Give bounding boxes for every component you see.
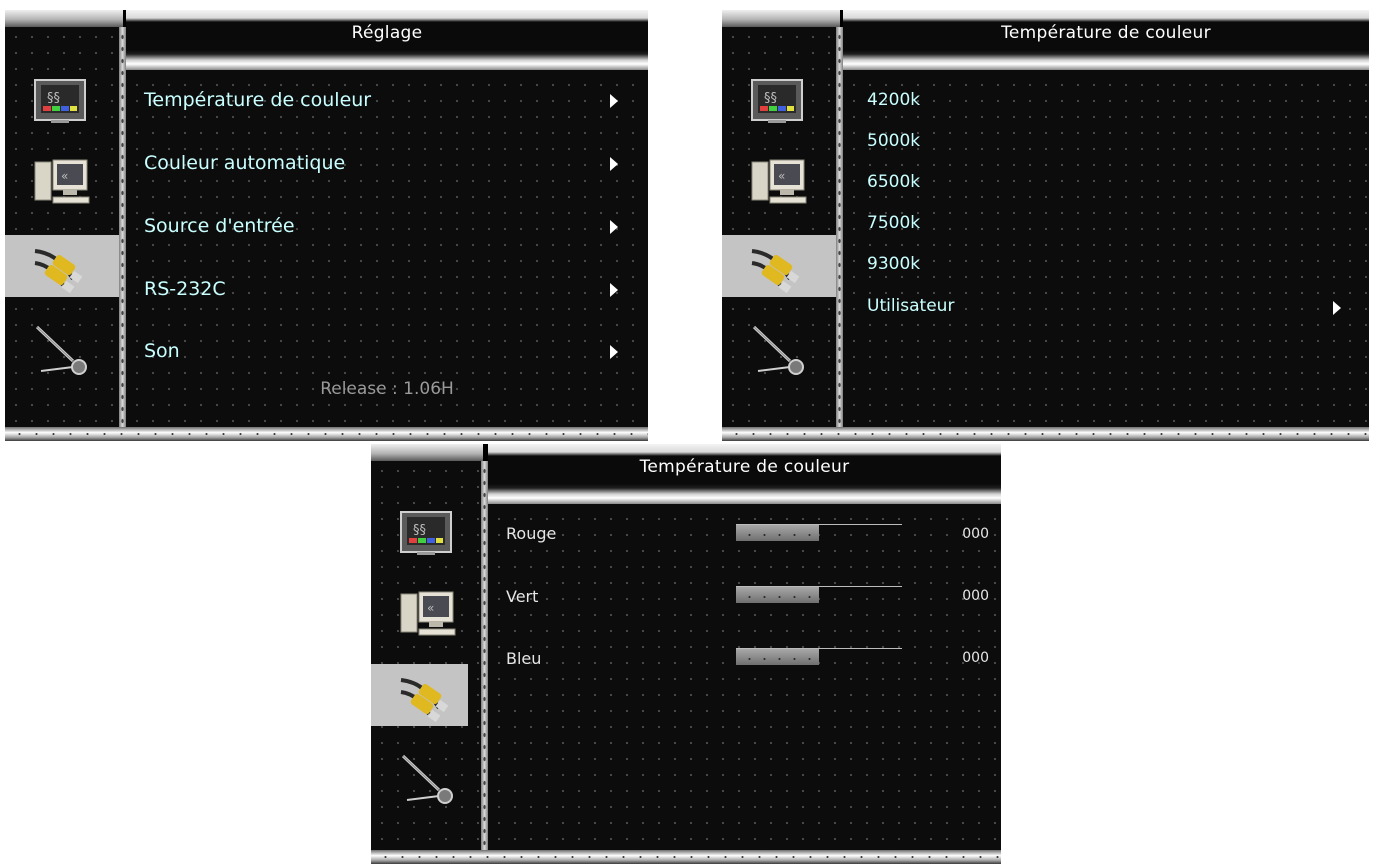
blue-slider[interactable] [736, 648, 902, 666]
release-version: Release : 1.06H [320, 379, 454, 399]
green-slider[interactable] [736, 586, 902, 604]
osd-panel-reglage: §§ « Réglage Température de couleur Coul… [5, 10, 648, 441]
menu-item-label: Utilisateur [867, 296, 955, 316]
menu-item-label: Couleur automatique [144, 152, 346, 174]
av-cables-icon [751, 249, 800, 293]
tool-icon [752, 325, 804, 375]
menu-item-label: Température de couleur [144, 89, 372, 111]
menu-item-label: Source d'entrée [144, 215, 295, 237]
menu-item-user[interactable]: Utilisateur [867, 292, 1341, 322]
slider-fill [736, 525, 819, 541]
panel-title: Réglage [351, 23, 423, 43]
sidebar-item-tool[interactable] [371, 744, 483, 806]
menu-item-sound[interactable]: Son [144, 336, 618, 366]
sidebar-item-picture[interactable]: §§ [5, 70, 123, 132]
svg-text:«: « [427, 601, 434, 615]
menu-item-9300k[interactable]: 9300k [867, 254, 920, 274]
menu-item-auto-color[interactable]: Couleur automatique [144, 148, 618, 178]
svg-text:§§: §§ [47, 91, 60, 106]
bottom-bar [5, 427, 648, 441]
menu-area: Température de couleur 4200k 5000k 6500k… [843, 10, 1369, 427]
panel-title: Température de couleur [639, 457, 850, 477]
menu-item-5000k[interactable]: 5000k [867, 131, 920, 151]
sidebar-cap [722, 10, 840, 27]
arrow-right-icon [610, 283, 618, 297]
menu-item-label: Son [144, 340, 180, 362]
tool-icon [401, 754, 453, 804]
tool-icon [35, 325, 87, 375]
sidebar-item-pc[interactable]: « [5, 150, 123, 212]
av-cables-icon [400, 678, 449, 722]
menu-item-input-source[interactable]: Source d'entrée [144, 211, 618, 241]
svg-text:«: « [61, 169, 68, 183]
menu-item-4200k[interactable]: 4200k [867, 90, 920, 110]
arrow-right-icon [1333, 301, 1341, 315]
bottom-bar [371, 850, 1001, 864]
sidebar: §§ « [5, 10, 123, 427]
arrow-right-icon [610, 345, 618, 359]
sidebar: §§ « [371, 444, 483, 850]
pc-icon: « [34, 159, 90, 204]
menu-item-7500k[interactable]: 7500k [867, 213, 920, 233]
sidebar-item-av[interactable] [5, 235, 123, 297]
arrow-right-icon [610, 94, 618, 108]
menu-item-rs232c[interactable]: RS-232C [144, 274, 618, 304]
channel-label-blue: Bleu [506, 649, 542, 668]
red-value: 000 [962, 526, 989, 542]
arrow-right-icon [610, 157, 618, 171]
sidebar-item-pc[interactable]: « [722, 150, 840, 212]
menu-item-label: RS-232C [144, 278, 226, 300]
svg-text:«: « [778, 169, 785, 183]
picture-icon: §§ [751, 79, 803, 123]
sidebar-item-av[interactable] [371, 664, 468, 726]
sidebar-item-pc[interactable]: « [371, 582, 483, 644]
pc-icon: « [751, 159, 807, 204]
title-bar: Température de couleur [843, 10, 1369, 70]
channel-label-green: Vert [506, 587, 539, 606]
sidebar-cap [5, 10, 123, 27]
osd-panel-user-rgb: §§ « Température de couleur Rouge 000 Ve… [371, 444, 1001, 864]
menu-item-temperature[interactable]: Température de couleur [144, 85, 618, 115]
sidebar-separator [836, 27, 843, 427]
slider-fill [736, 649, 819, 665]
osd-panel-temperature: §§ « Température de couleur 4200k 5000k … [722, 10, 1369, 441]
red-slider[interactable] [736, 524, 902, 542]
arrow-right-icon [610, 220, 618, 234]
sidebar-cap [371, 444, 483, 461]
blue-value: 000 [962, 650, 989, 666]
bottom-bar [722, 427, 1369, 441]
sidebar-separator [119, 27, 126, 427]
title-bar: Réglage [126, 10, 648, 70]
sidebar: §§ « [722, 10, 840, 427]
panel-title: Température de couleur [1001, 23, 1211, 43]
title-bar: Température de couleur [488, 444, 1001, 504]
menu-item-6500k[interactable]: 6500k [867, 172, 920, 192]
channel-label-red: Rouge [506, 524, 557, 543]
sidebar-separator [481, 461, 488, 850]
sidebar-item-tool[interactable] [5, 315, 123, 377]
slider-fill [736, 587, 819, 603]
pc-icon: « [400, 591, 456, 636]
menu-area: Température de couleur Rouge 000 Vert 00… [488, 444, 1001, 850]
sidebar-item-picture[interactable]: §§ [371, 502, 483, 564]
sidebar-item-tool[interactable] [722, 315, 840, 377]
svg-text:§§: §§ [764, 91, 777, 106]
sidebar-item-av[interactable] [722, 235, 840, 297]
av-cables-icon [34, 249, 83, 293]
menu-area: Réglage Température de couleur Couleur a… [126, 10, 648, 427]
sidebar-item-picture[interactable]: §§ [722, 70, 840, 132]
picture-icon: §§ [400, 511, 452, 555]
picture-icon: §§ [34, 79, 86, 123]
svg-text:§§: §§ [413, 523, 426, 538]
green-value: 000 [962, 588, 989, 604]
